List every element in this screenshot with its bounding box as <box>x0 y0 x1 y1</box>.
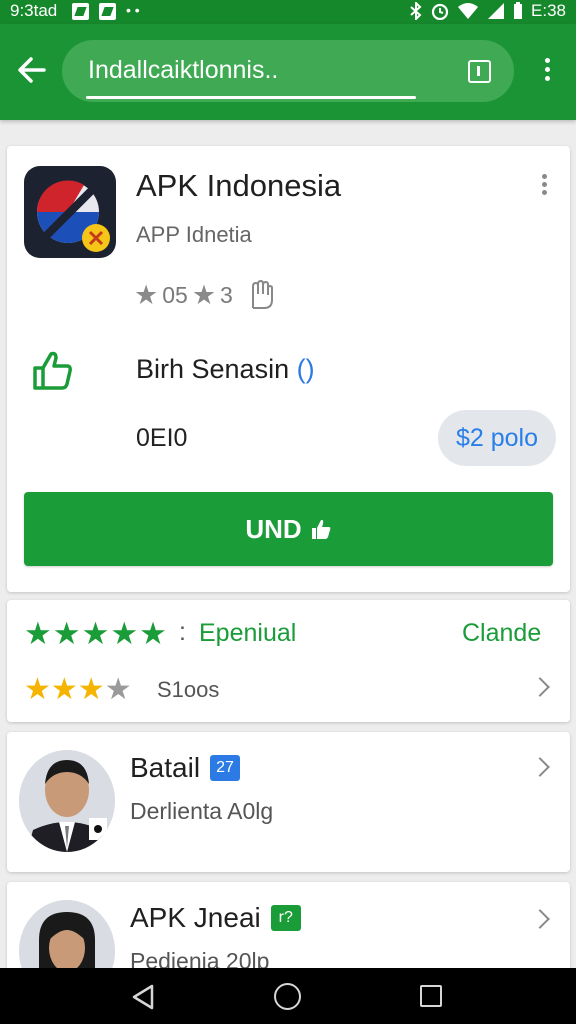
feature-info[interactable]: () <box>297 354 315 384</box>
nav-home-icon[interactable] <box>274 983 301 1010</box>
nav-back-icon[interactable] <box>131 984 155 1010</box>
avatar <box>19 750 115 852</box>
developer-badge: 27 <box>210 755 241 781</box>
image-icon <box>99 3 116 20</box>
feature-text: Birh Senasin <box>136 354 290 384</box>
rating-count: 3 <box>220 281 233 308</box>
more-notifications-icon: • • <box>126 2 140 18</box>
chevron-right-icon[interactable] <box>530 677 550 697</box>
thumbs-up-small-icon <box>311 519 331 539</box>
install-button[interactable]: UND <box>24 492 553 566</box>
app-title: APK Indonesia <box>136 168 342 203</box>
system-navigation-bar <box>0 968 576 1024</box>
rating-card[interactable]: ★★★★★ : Epeniual Clande ★★★★ S1oos <box>7 600 570 722</box>
hand-icon <box>251 280 273 309</box>
developer-card[interactable]: Batail 27 Derlienta A0lg <box>7 732 570 872</box>
developer-name: Batail 27 <box>130 752 241 784</box>
developer-role: Derlienta A0lg <box>130 798 274 824</box>
green-star-rating: ★★★★★ <box>24 616 168 651</box>
developer-name-text: APK Jneai <box>130 902 261 933</box>
nav-recents-icon[interactable] <box>420 985 442 1007</box>
status-time: 9:3tad <box>10 1 58 20</box>
bluetooth-icon <box>410 2 422 20</box>
search-input[interactable]: Indallcaiktlonnis.. <box>88 56 278 85</box>
app-bar: Indallcaiktlonnis.. <box>0 24 576 120</box>
app-size: 0EI0 <box>136 424 188 452</box>
chevron-right-icon[interactable] <box>530 909 550 929</box>
notification-icon <box>72 3 89 20</box>
price-button[interactable]: $2 polo <box>438 410 556 466</box>
rating-separator: : <box>179 618 186 646</box>
install-label: UND <box>245 513 302 544</box>
feature-label: Birh Senasin () <box>136 354 315 385</box>
rating-summary: ★ 05 ★ 3 <box>134 280 275 310</box>
battery-icon <box>514 2 523 19</box>
rating-label: Epeniual <box>199 619 297 647</box>
search-underline <box>86 96 416 99</box>
star-icon: ★ <box>191 279 217 310</box>
chevron-right-icon[interactable] <box>530 757 550 777</box>
yellow-star-rating: ★★★★ <box>24 673 132 706</box>
window-icon[interactable] <box>468 60 491 83</box>
system-icons: E:38 <box>409 1 566 21</box>
signal-icon <box>488 3 505 19</box>
alarm-icon <box>431 3 449 20</box>
wifi-icon <box>458 3 479 19</box>
card-overflow-menu-icon[interactable] <box>539 174 549 198</box>
developer-name-text: Batail <box>130 752 201 783</box>
notification-icons: • • <box>72 3 140 20</box>
app-developer[interactable]: APP Idnetia <box>136 222 252 248</box>
search-bar[interactable]: Indallcaiktlonnis.. <box>62 40 514 102</box>
thumbs-up-icon[interactable] <box>31 348 75 392</box>
back-arrow-icon[interactable] <box>16 54 48 86</box>
reviews-count: S1oos <box>157 677 220 702</box>
rating-change-link[interactable]: Clande <box>462 619 541 648</box>
status-bar: 9:3tad • • E:38 <box>0 0 576 24</box>
rating-value: 05 <box>162 281 188 308</box>
developer-badge: r? <box>270 905 301 931</box>
app-details-card: APK Indonesia APP Idnetia ★ 05 ★ 3 Birh … <box>7 146 570 592</box>
developer-name: APK Jneai r? <box>130 902 301 934</box>
star-icon: ★ <box>134 279 159 310</box>
overflow-menu-icon[interactable] <box>540 58 554 86</box>
app-logo-icon <box>36 180 110 252</box>
battery-text: E:38 <box>531 1 566 20</box>
app-icon[interactable] <box>24 166 116 258</box>
